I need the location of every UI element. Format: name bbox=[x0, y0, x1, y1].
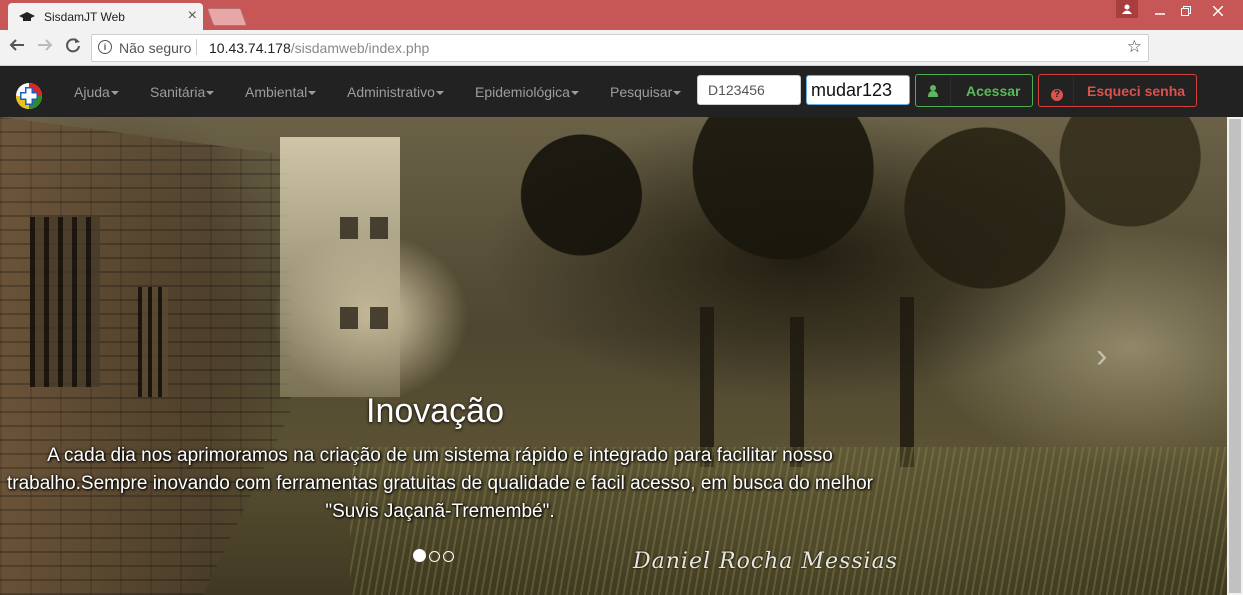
reload-icon[interactable] bbox=[65, 37, 81, 58]
menu-pesquisar[interactable]: Pesquisar bbox=[610, 84, 682, 100]
menu-epidemiologica[interactable]: Epidemiológica bbox=[475, 84, 579, 100]
button-divider bbox=[950, 75, 951, 106]
menu-administrativo[interactable]: Administrativo bbox=[347, 84, 444, 100]
esqueci-senha-label: Esqueci senha bbox=[1087, 83, 1186, 99]
slide-title: Inovação bbox=[366, 392, 504, 430]
question-circle-icon: ? bbox=[1051, 84, 1063, 101]
browser-tab-strip: SisdamJT Web × bbox=[0, 0, 1243, 30]
slide-image-building bbox=[280, 137, 400, 397]
minimize-icon[interactable] bbox=[1146, 0, 1174, 22]
username-input[interactable] bbox=[697, 75, 801, 105]
menu-ambiental[interactable]: Ambiental bbox=[245, 84, 317, 100]
app-navbar: Ajuda Sanitária Ambiental Administrativo… bbox=[0, 66, 1243, 117]
slide-image-window bbox=[370, 217, 388, 239]
security-label[interactable]: Não seguro bbox=[119, 40, 191, 56]
hero-carousel: Inovação A cada dia nos aprimoramos na c… bbox=[0, 117, 1227, 595]
new-tab-button[interactable] bbox=[206, 8, 248, 26]
caret-down-icon bbox=[206, 91, 215, 96]
slide-image-window bbox=[370, 307, 388, 329]
graduation-cap-icon bbox=[19, 12, 35, 21]
logo-cross-icon[interactable] bbox=[15, 82, 43, 110]
info-icon[interactable]: i bbox=[98, 40, 112, 54]
back-arrow-icon[interactable] bbox=[9, 37, 25, 58]
caret-down-icon bbox=[110, 91, 119, 96]
window-close-icon[interactable] bbox=[1204, 0, 1232, 22]
caret-down-icon bbox=[673, 91, 682, 96]
chevron-right-icon[interactable]: › bbox=[1096, 337, 1107, 376]
slide-image-trunk bbox=[900, 297, 914, 467]
tab-title: SisdamJT Web bbox=[44, 10, 125, 24]
carousel-indicators bbox=[413, 549, 457, 562]
bookmark-star-icon[interactable]: ☆ bbox=[1127, 37, 1142, 57]
browser-toolbar: i Não seguro 10.43.74.178/sisdamweb/inde… bbox=[0, 30, 1243, 89]
address-separator bbox=[196, 39, 197, 55]
menu-sanitaria[interactable]: Sanitária bbox=[150, 84, 215, 100]
photographer-signature: Daniel Rocha Messias bbox=[633, 549, 898, 574]
tab-close-icon[interactable]: × bbox=[188, 7, 197, 25]
slide-image-window bbox=[138, 287, 168, 397]
acessar-button[interactable]: Acessar bbox=[915, 74, 1033, 107]
url-host: 10.43.74.178 bbox=[209, 40, 291, 56]
page-scrollbar[interactable] bbox=[1227, 117, 1243, 595]
caret-down-icon bbox=[435, 91, 444, 96]
caret-down-icon bbox=[570, 91, 579, 96]
caret-down-icon bbox=[308, 91, 317, 96]
carousel-indicator-2[interactable] bbox=[429, 551, 440, 562]
url-path: /sisdamweb/index.php bbox=[290, 40, 430, 56]
carousel-indicator-3[interactable] bbox=[443, 551, 454, 562]
carousel-indicator-1[interactable] bbox=[413, 549, 426, 562]
profile-icon[interactable] bbox=[1116, 0, 1138, 18]
browser-tab[interactable]: SisdamJT Web × bbox=[8, 3, 203, 30]
scrollbar-thumb[interactable] bbox=[1229, 119, 1241, 593]
menu-ajuda[interactable]: Ajuda bbox=[74, 84, 119, 100]
slide-description: A cada dia nos aprimoramos na criação de… bbox=[6, 445, 874, 522]
slide-image-window bbox=[340, 217, 358, 239]
forward-arrow-icon[interactable] bbox=[37, 37, 53, 58]
password-input[interactable] bbox=[806, 75, 910, 105]
esqueci-senha-button[interactable]: ? Esqueci senha bbox=[1038, 74, 1197, 107]
url-text[interactable]: 10.43.74.178/sisdamweb/index.php bbox=[209, 40, 429, 56]
user-icon bbox=[928, 85, 938, 97]
slide-image-window bbox=[340, 307, 358, 329]
acessar-label: Acessar bbox=[966, 83, 1021, 99]
slide-image-window bbox=[30, 217, 100, 387]
address-bar[interactable]: i Não seguro 10.43.74.178/sisdamweb/inde… bbox=[91, 34, 1149, 62]
restore-icon[interactable] bbox=[1172, 0, 1200, 22]
button-divider bbox=[1073, 75, 1074, 106]
